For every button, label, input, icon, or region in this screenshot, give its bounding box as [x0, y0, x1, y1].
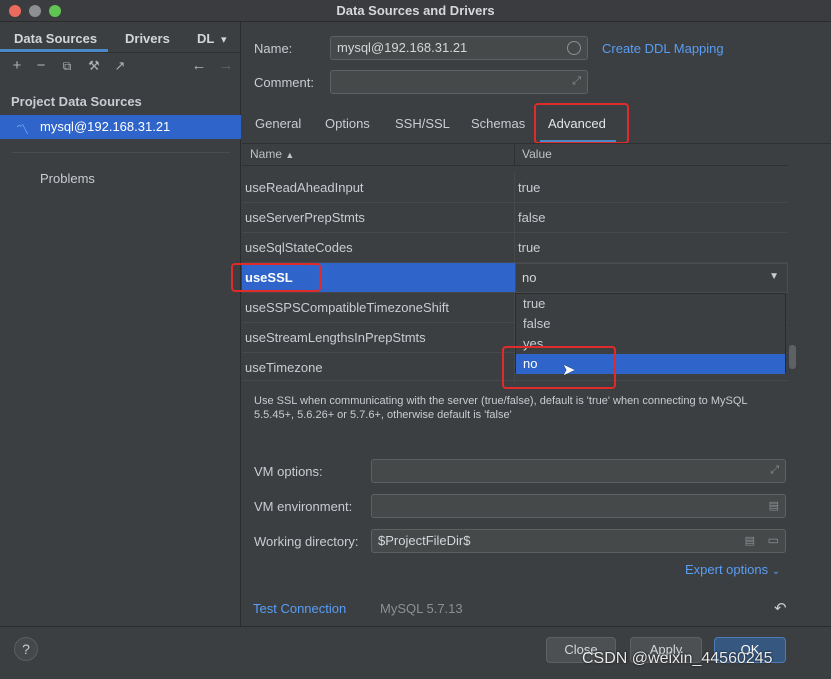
table-row[interactable]: useSqlStateCodes true — [242, 233, 788, 263]
tab-general[interactable]: General — [255, 116, 301, 131]
copy-icon[interactable]: ⧉ — [59, 58, 75, 74]
document-icon[interactable]: ▤ — [769, 499, 779, 512]
workdir-label: Working directory: — [254, 534, 359, 549]
name-value: mysql@192.168.31.21 — [337, 40, 468, 55]
dialog-window: Data Sources and Drivers Data Sources Dr… — [0, 0, 831, 679]
comment-input[interactable]: ⤢ — [330, 70, 588, 94]
test-connection-link[interactable]: Test Connection — [253, 601, 346, 616]
divider — [12, 152, 230, 153]
property-name: useTimezone — [245, 360, 323, 375]
value-combobox[interactable]: no ▼ — [515, 263, 788, 293]
dropdown-arrow-icon[interactable]: ▼ — [769, 271, 779, 282]
column-header-name[interactable]: Name ▲ — [250, 147, 294, 161]
remove-icon[interactable]: − — [33, 58, 49, 74]
create-ddl-link[interactable]: Create DDL Mapping — [602, 41, 724, 56]
property-description: Use SSL when communicating with the serv… — [254, 395, 748, 421]
window-title: Data Sources and Drivers — [336, 3, 495, 18]
column-header-value[interactable]: Value — [522, 147, 552, 161]
highlight-box — [534, 103, 629, 144]
property-name: useStreamLengthsInPrepStmts — [245, 330, 426, 345]
table-row[interactable]: useReadAheadInput true — [242, 173, 788, 203]
name-input[interactable]: mysql@192.168.31.21 — [330, 36, 588, 60]
tab-drivers[interactable]: Drivers — [125, 31, 170, 46]
left-panel: Data Sources Drivers DL ▾ + − ⧉ ⚒ ↗ ← → … — [0, 22, 241, 626]
back-arrow-icon[interactable]: ← — [191, 58, 207, 74]
highlight-box — [502, 346, 616, 389]
jump-icon[interactable]: ↗ — [112, 58, 128, 74]
tab-ssh-ssl[interactable]: SSH/SSL — [395, 116, 450, 131]
section-title: Project Data Sources — [11, 94, 142, 109]
property-value[interactable]: true — [518, 240, 540, 255]
help-button[interactable]: ? — [14, 637, 38, 661]
property-name: useSqlStateCodes — [245, 240, 353, 255]
table-row[interactable]: useServerPrepStmts false — [242, 203, 788, 233]
dropdown-option[interactable]: true — [516, 294, 785, 314]
sort-asc-icon: ▲ — [285, 150, 295, 160]
name-label: Name: — [254, 41, 293, 56]
dropdown-option[interactable]: false — [516, 314, 785, 334]
workdir-value: $ProjectFileDir$ — [378, 533, 471, 548]
property-value[interactable]: true — [518, 180, 540, 195]
table-row-selected[interactable]: useSSL no ▼ — [242, 263, 788, 293]
chevron-down-icon[interactable]: ▾ — [221, 33, 227, 46]
problems-item[interactable]: Problems — [40, 171, 95, 186]
tab-options[interactable]: Options — [325, 116, 370, 131]
vm-options-label: VM options: — [254, 464, 323, 479]
datasource-item[interactable]: 〽 mysql@192.168.31.21 — [0, 115, 241, 139]
column-divider[interactable] — [514, 144, 515, 166]
document-icon[interactable]: ▤ — [745, 534, 755, 547]
highlight-box — [231, 263, 321, 292]
expand-icon[interactable]: ⤢ — [770, 464, 779, 477]
add-icon[interactable]: + — [9, 58, 25, 74]
mysql-icon: 〽 — [16, 122, 30, 137]
comment-label: Comment: — [254, 75, 314, 90]
datasource-label: mysql@192.168.31.21 — [40, 119, 171, 134]
watermark: CSDN @weixin_44560245 — [582, 650, 773, 667]
property-name: useReadAheadInput — [245, 180, 364, 195]
revert-icon[interactable]: ↶ — [774, 599, 787, 617]
wrench-icon[interactable]: ⚒ — [86, 58, 102, 74]
table-header: Name ▲ Value — [242, 144, 788, 166]
property-name: useSSPSCompatibleTimezoneShift — [245, 300, 450, 315]
title-bar: Data Sources and Drivers — [0, 0, 831, 22]
driver-version: MySQL 5.7.13 — [380, 601, 463, 616]
tab-schemas[interactable]: Schemas — [471, 116, 525, 131]
combobox-value: no — [522, 270, 537, 285]
workdir-input[interactable]: $ProjectFileDir$ ▤ ▭ — [371, 529, 786, 553]
expert-options-link[interactable]: Expert options ⌄ — [685, 562, 780, 577]
tab-ddl[interactable]: DL — [197, 31, 214, 46]
folder-icon[interactable]: ▭ — [768, 533, 779, 547]
expand-icon[interactable]: ⤢ — [572, 75, 581, 88]
vm-options-input[interactable]: ⤢ — [371, 459, 786, 483]
divider — [0, 52, 241, 53]
table-scrollbar[interactable] — [789, 345, 796, 369]
forward-arrow-icon[interactable]: → — [218, 58, 234, 74]
vm-environment-input[interactable]: ▤ — [371, 494, 786, 518]
tab-data-sources[interactable]: Data Sources — [14, 31, 97, 46]
property-name: useServerPrepStmts — [245, 210, 365, 225]
color-circle-icon[interactable] — [567, 41, 581, 55]
chevron-down-icon: ⌄ — [771, 566, 781, 577]
vm-environment-label: VM environment: — [254, 499, 353, 514]
property-value[interactable]: false — [518, 210, 545, 225]
